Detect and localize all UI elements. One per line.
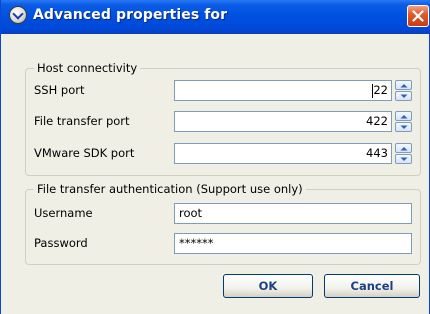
- chevron-up-icon: [400, 84, 408, 88]
- password-input[interactable]: ******: [174, 233, 412, 254]
- ssh-port-increment-button[interactable]: [395, 80, 412, 90]
- vmware-sdk-port-label: VMware SDK port: [34, 146, 135, 160]
- chevron-down-icon: [400, 157, 408, 161]
- username-input[interactable]: root: [174, 203, 412, 224]
- ssh-port-input[interactable]: 22: [174, 80, 392, 101]
- file-transfer-port-spinner[interactable]: [395, 111, 412, 132]
- ssh-port-decrement-button[interactable]: [395, 91, 412, 101]
- ssh-port-value: 22: [373, 83, 388, 97]
- host-connectivity-legend: Host connectivity: [34, 61, 141, 75]
- file-transfer-port-input[interactable]: 422: [174, 111, 392, 132]
- cancel-button[interactable]: Cancel: [324, 274, 420, 298]
- chevron-down-icon: [400, 125, 408, 129]
- app-icon: [9, 6, 27, 24]
- file-transfer-port-label: File transfer port: [34, 114, 130, 128]
- password-value: ******: [179, 236, 214, 250]
- chevron-down-icon: [400, 94, 408, 98]
- close-button[interactable]: [407, 5, 429, 27]
- ssh-port-spinner[interactable]: [395, 80, 412, 101]
- vmware-sdk-port-increment-button[interactable]: [395, 143, 412, 153]
- file-transfer-port-value: 422: [366, 114, 388, 128]
- ssh-port-label: SSH port: [34, 83, 85, 97]
- chevron-up-icon: [400, 115, 408, 119]
- file-transfer-auth-legend: File transfer authentication (Support us…: [34, 182, 306, 196]
- vmware-sdk-port-decrement-button[interactable]: [395, 154, 412, 164]
- vmware-sdk-port-spinner[interactable]: [395, 143, 412, 164]
- username-label: Username: [34, 206, 93, 220]
- text-cursor: [372, 84, 373, 98]
- username-value: root: [179, 206, 203, 220]
- vmware-sdk-port-value: 443: [366, 146, 388, 160]
- chevron-up-icon: [400, 147, 408, 151]
- title-bar[interactable]: Advanced properties for: [1, 0, 430, 34]
- vmware-sdk-port-input[interactable]: 443: [174, 143, 392, 164]
- ok-button[interactable]: OK: [223, 274, 313, 298]
- advanced-properties-dialog: Advanced properties for Host connectivit…: [0, 0, 430, 314]
- dialog-title: Advanced properties for: [33, 7, 228, 23]
- file-transfer-port-decrement-button[interactable]: [395, 122, 412, 132]
- file-transfer-port-increment-button[interactable]: [395, 111, 412, 121]
- close-icon: [412, 10, 424, 22]
- password-label: Password: [34, 236, 88, 250]
